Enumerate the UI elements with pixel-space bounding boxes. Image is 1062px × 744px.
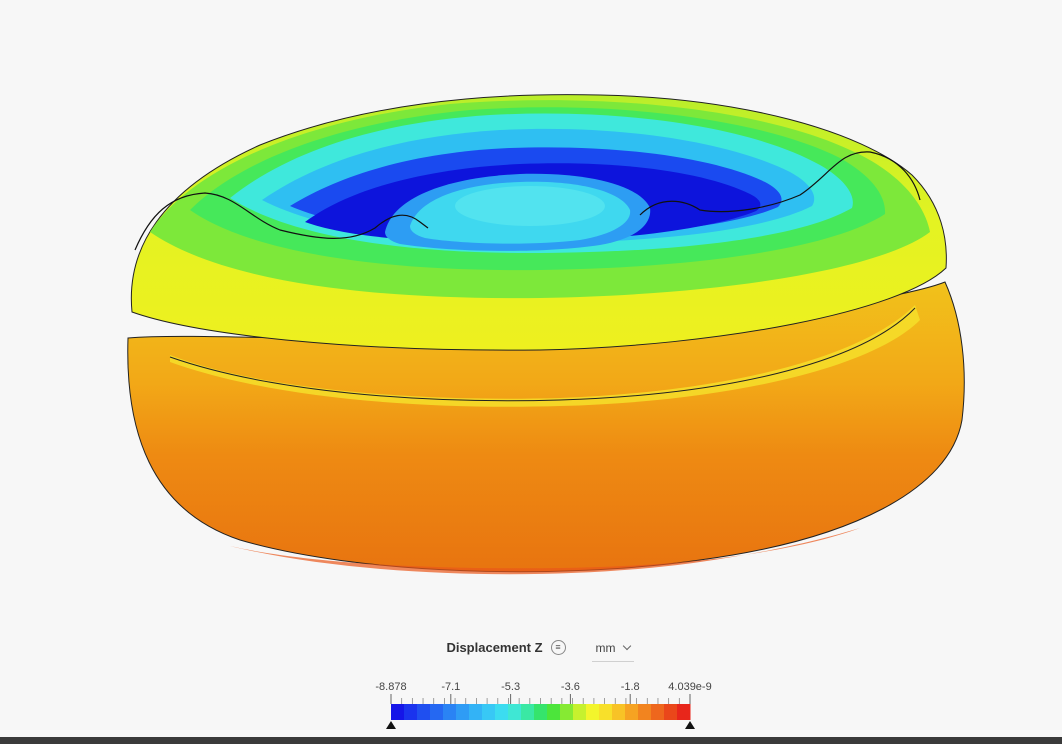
legend-color-step: [521, 704, 535, 720]
legend-color-step: [469, 704, 483, 720]
legend-color-step: [586, 704, 600, 720]
legend-color-step: [534, 704, 548, 720]
legend-tick-label: -1.8: [621, 681, 640, 693]
chevron-down-icon: [622, 641, 631, 650]
legend-color-step: [573, 704, 587, 720]
legend-tick-label: -7.1: [441, 681, 460, 693]
legend-color-step: [612, 704, 626, 720]
color-legend: Displacement Z ≡ mm -8.878 -7.1 -5.3 -3.6 -1…: [360, 632, 720, 732]
unit-select[interactable]: mm: [591, 640, 634, 662]
legend-bar: -8.878 -7.1 -5.3 -3.6 -1.8 4.039e-9: [375, 681, 712, 729]
legend-color-step: [404, 704, 418, 720]
legend-color-step: [560, 704, 574, 720]
legend-header: Displacement Z ≡ mm: [360, 632, 720, 662]
hub-top: [455, 186, 605, 226]
legend-color-step: [599, 704, 613, 720]
legend-color-step: [482, 704, 496, 720]
legend-min-handle-icon[interactable]: [386, 721, 396, 729]
legend-color-step: [456, 704, 470, 720]
legend-color-step: [664, 704, 678, 720]
legend-color-step: [417, 704, 431, 720]
legend-color-step: [391, 704, 405, 720]
legend-color-step: [495, 704, 509, 720]
legend-tick-label: -5.3: [501, 681, 520, 693]
legend-color-step: [430, 704, 444, 720]
legend-color-step: [547, 704, 561, 720]
legend-color-step: [651, 704, 665, 720]
legend-max-handle-icon[interactable]: [685, 721, 695, 729]
bottom-toolbar-strip: [0, 737, 1062, 744]
legend-title: Displacement Z: [446, 639, 543, 655]
legend-color-step: [443, 704, 457, 720]
legend-color-step: [508, 704, 522, 720]
legend-tick-label: 4.039e-9: [668, 681, 711, 693]
legend-tick-label: -8.878: [375, 681, 406, 693]
legend-color-step: [625, 704, 639, 720]
legend-tick-label: -3.6: [561, 681, 580, 693]
unit-value: mm: [595, 640, 616, 655]
legend-color-step: [677, 704, 691, 720]
simulation-viewport[interactable]: [0, 0, 1062, 620]
legend-color-step: [638, 704, 652, 720]
list-icon[interactable]: ≡: [550, 639, 566, 655]
